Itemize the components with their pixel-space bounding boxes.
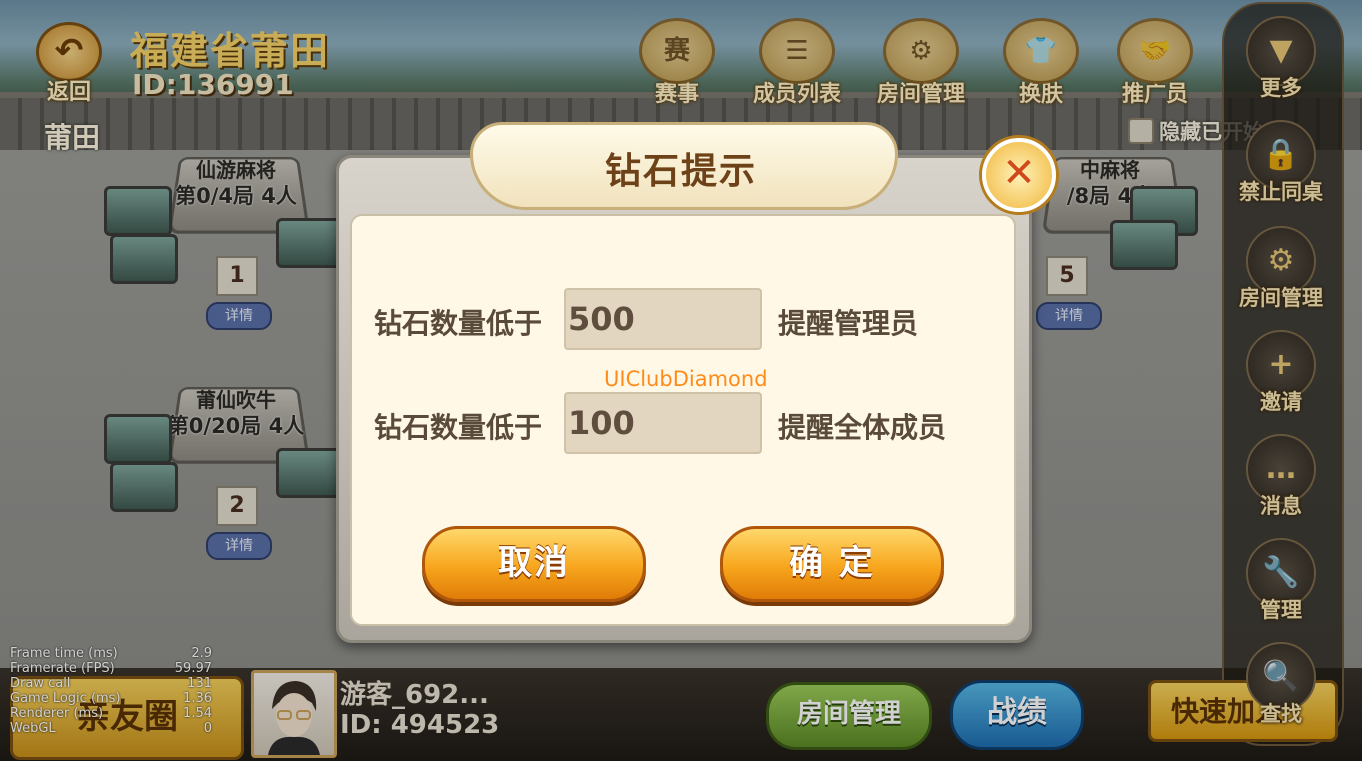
cancel-button[interactable]: 取消 xyxy=(422,526,646,602)
dialog-title: 钻石提示 xyxy=(604,151,757,192)
admin-threshold-label: 钻石数量低于 xyxy=(374,307,543,340)
member-threshold-input[interactable] xyxy=(564,392,762,454)
admin-threshold-suffix: 提醒管理员 xyxy=(778,307,919,340)
confirm-button[interactable]: 确 定 xyxy=(720,526,944,602)
debug-node-label: UIClubDiamond xyxy=(604,367,768,391)
admin-threshold-input[interactable] xyxy=(564,288,762,350)
close-x-icon: ✕ xyxy=(1002,150,1036,196)
member-threshold-suffix: 提醒全体成员 xyxy=(778,411,947,444)
close-button[interactable]: ✕ xyxy=(982,138,1056,212)
member-threshold-label: 钻石数量低于 xyxy=(374,411,543,444)
